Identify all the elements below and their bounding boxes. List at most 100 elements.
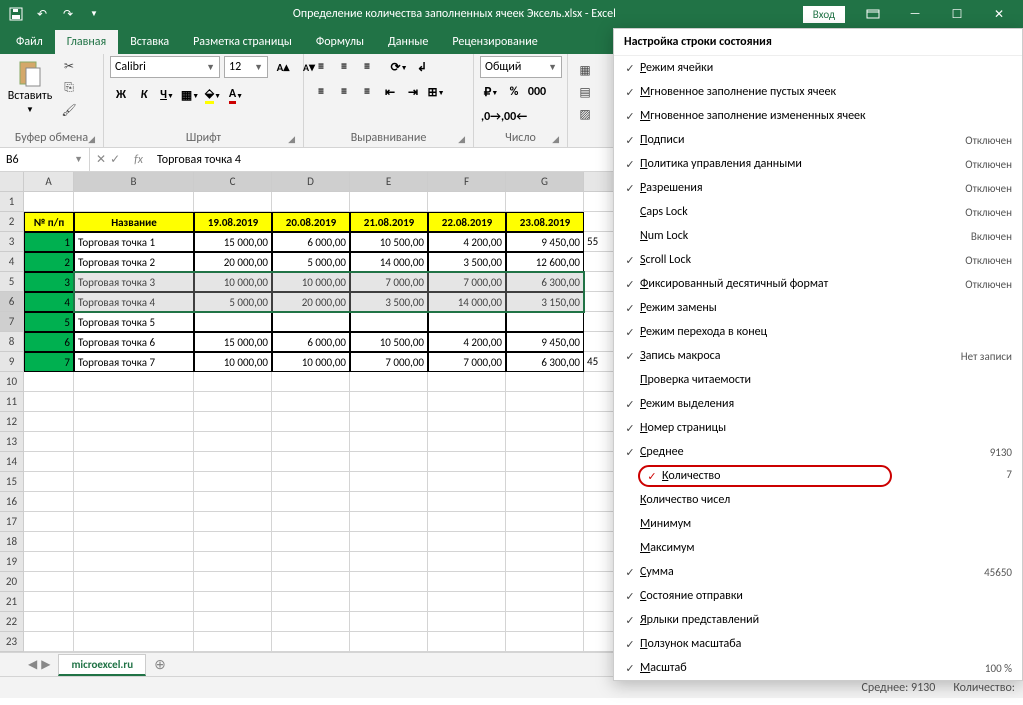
tab-Главная[interactable]: Главная: [55, 30, 118, 54]
cell[interactable]: [350, 192, 428, 212]
italic-button[interactable]: К: [133, 84, 155, 106]
cell[interactable]: [74, 492, 194, 512]
cell[interactable]: [24, 552, 74, 572]
context-menu-item[interactable]: ✓Режим замены: [614, 296, 1022, 320]
cell[interactable]: 4 200,00: [428, 332, 506, 352]
cell[interactable]: [428, 612, 506, 632]
cell[interactable]: 10 000,00: [272, 272, 350, 292]
row-header[interactable]: 19: [0, 552, 24, 572]
decrease-decimal-icon[interactable]: ,00←: [503, 106, 525, 128]
cell[interactable]: [194, 552, 272, 572]
align-top-icon[interactable]: ≡: [310, 56, 332, 78]
cell[interactable]: [74, 632, 194, 652]
orientation-icon[interactable]: ⟳▼: [388, 56, 410, 78]
context-menu-item[interactable]: ✓Мгновенное заполнение пустых ячеек: [614, 80, 1022, 104]
launcher-icon[interactable]: ◢: [552, 134, 559, 145]
cell[interactable]: [272, 492, 350, 512]
tab-Разметка страницы[interactable]: Разметка страницы: [181, 30, 304, 54]
name-box[interactable]: B6▼: [0, 148, 90, 171]
cell[interactable]: [272, 512, 350, 532]
cell[interactable]: Торговая точка 5: [74, 312, 194, 332]
context-menu-item[interactable]: ✓ПодписиОтключен: [614, 128, 1022, 152]
cell[interactable]: [506, 392, 584, 412]
cell[interactable]: 10 500,00: [350, 332, 428, 352]
cell[interactable]: [24, 572, 74, 592]
cell[interactable]: [506, 412, 584, 432]
cell[interactable]: [506, 472, 584, 492]
cell[interactable]: [272, 392, 350, 412]
select-all-corner[interactable]: [0, 172, 24, 192]
undo-icon[interactable]: ↶: [30, 2, 54, 26]
context-menu-item[interactable]: ✓Количество: [638, 465, 892, 487]
cell[interactable]: 20 000,00: [194, 252, 272, 272]
cell[interactable]: [74, 572, 194, 592]
cell[interactable]: [350, 512, 428, 532]
cell[interactable]: [350, 372, 428, 392]
cell[interactable]: 14 000,00: [428, 292, 506, 312]
cell[interactable]: [74, 372, 194, 392]
cell[interactable]: 6 300,00: [506, 352, 584, 372]
cell[interactable]: 22.08.2019: [428, 212, 506, 232]
merge-icon[interactable]: ⊞▼: [425, 81, 447, 103]
cell[interactable]: [506, 532, 584, 552]
cell[interactable]: 10 000,00: [194, 352, 272, 372]
context-menu-item[interactable]: Num LockВключен: [614, 224, 1022, 248]
percent-icon[interactable]: %: [503, 81, 525, 103]
row-header[interactable]: 18: [0, 532, 24, 552]
comma-icon[interactable]: 000: [526, 81, 548, 103]
cell[interactable]: [428, 552, 506, 572]
cell[interactable]: [350, 592, 428, 612]
cell[interactable]: [428, 432, 506, 452]
redo-icon[interactable]: ↷: [56, 2, 80, 26]
cell[interactable]: 14 000,00: [350, 252, 428, 272]
cell[interactable]: 2: [24, 252, 74, 272]
cancel-formula-icon[interactable]: ✕: [96, 152, 106, 167]
cell[interactable]: [272, 192, 350, 212]
cell[interactable]: 7: [24, 352, 74, 372]
row-header[interactable]: 21: [0, 592, 24, 612]
cell[interactable]: 6 000,00: [272, 332, 350, 352]
copy-icon[interactable]: ⎘: [58, 78, 80, 98]
context-menu-item[interactable]: Количество чисел: [614, 488, 1022, 512]
cell[interactable]: 7 000,00: [428, 272, 506, 292]
row-header[interactable]: 14: [0, 452, 24, 472]
tab-Файл[interactable]: Файл: [4, 30, 55, 54]
cell[interactable]: 12 600,00: [506, 252, 584, 272]
cell[interactable]: [194, 592, 272, 612]
row-header[interactable]: 10: [0, 372, 24, 392]
row-header[interactable]: 12: [0, 412, 24, 432]
cell[interactable]: [272, 532, 350, 552]
tab-Формулы[interactable]: Формулы: [304, 30, 376, 54]
col-header[interactable]: A: [24, 172, 74, 192]
row-header[interactable]: 23: [0, 632, 24, 652]
context-menu-item[interactable]: ✓Состояние отправки: [614, 584, 1022, 608]
cell[interactable]: [24, 632, 74, 652]
cell[interactable]: [428, 492, 506, 512]
context-menu-item[interactable]: ✓Ярлыки представлений: [614, 608, 1022, 632]
cell[interactable]: [194, 392, 272, 412]
cell[interactable]: 20 000,00: [272, 292, 350, 312]
cell[interactable]: [428, 472, 506, 492]
context-menu-item[interactable]: ✓Ползунок масштаба: [614, 632, 1022, 656]
cell[interactable]: 5 000,00: [194, 292, 272, 312]
cell[interactable]: 15 000,00: [194, 332, 272, 352]
context-menu-item[interactable]: Проверка читаемости: [614, 368, 1022, 392]
cell[interactable]: [74, 452, 194, 472]
col-header[interactable]: B: [74, 172, 194, 192]
cell[interactable]: [272, 432, 350, 452]
cell[interactable]: Торговая точка 6: [74, 332, 194, 352]
context-menu-item[interactable]: ✓Режим ячейки: [614, 56, 1022, 80]
cell[interactable]: [506, 572, 584, 592]
cell[interactable]: [24, 432, 74, 452]
cond-format-icon[interactable]: ▦: [574, 60, 596, 80]
cell[interactable]: [194, 192, 272, 212]
underline-button[interactable]: Ч▼: [156, 84, 178, 106]
cell[interactable]: 19.08.2019: [194, 212, 272, 232]
cell[interactable]: [74, 192, 194, 212]
col-header[interactable]: C: [194, 172, 272, 192]
context-menu-item[interactable]: ✓Запись макросаНет записи: [614, 344, 1022, 368]
cell[interactable]: 10 500,00: [350, 232, 428, 252]
save-icon[interactable]: [4, 2, 28, 26]
row-header[interactable]: 20: [0, 572, 24, 592]
font-name-combo[interactable]: Calibri▼: [110, 56, 220, 78]
